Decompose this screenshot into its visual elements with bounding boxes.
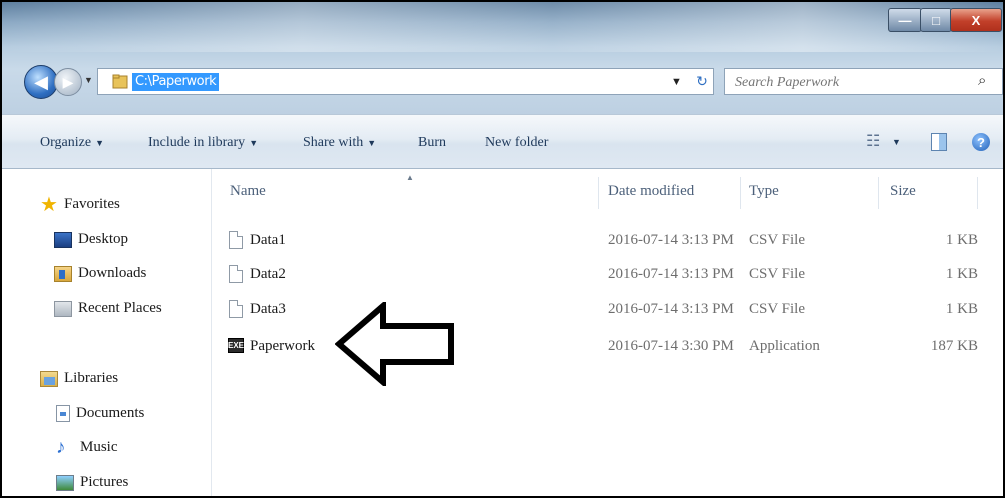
nav-music[interactable]: ♪ Music: [56, 436, 118, 458]
chevron-down-icon: ▼: [95, 138, 104, 148]
downloads-icon: [54, 265, 72, 282]
file-size: 1 KB: [945, 301, 978, 317]
search-icon[interactable]: ⌕: [978, 72, 996, 92]
file-type: Application: [749, 338, 820, 354]
nav-favorites[interactable]: ★ Favorites: [40, 193, 120, 216]
file-name: Paperwork: [250, 338, 315, 354]
file-type: CSV File: [749, 266, 805, 282]
desktop-icon: [54, 231, 72, 248]
nav-desktop[interactable]: Desktop: [54, 231, 128, 248]
organize-button[interactable]: Organize ▼: [40, 135, 104, 151]
file-size: 187 KB: [930, 338, 978, 354]
file-name: Data2: [250, 266, 286, 282]
help-icon[interactable]: ?: [972, 133, 990, 151]
annotation-arrow-icon: [335, 302, 454, 386]
recent-places-icon: [54, 300, 72, 317]
include-in-library-button[interactable]: Include in library ▼: [148, 135, 258, 151]
back-button[interactable]: ◀: [24, 65, 58, 99]
explorer-window: — □ X ◀ ▶ ▼ C:\Paperwork ▼ ↻ ⌕ Organize▼…: [0, 0, 1005, 498]
file-type: CSV File: [749, 301, 805, 317]
file-date: 2016-07-14 3:30 PM: [608, 338, 734, 354]
libraries-icon: [40, 370, 58, 387]
documents-icon: [56, 405, 70, 422]
file-name: Data3: [250, 301, 286, 317]
minimize-button[interactable]: —: [888, 8, 922, 32]
nav-pictures[interactable]: Pictures: [56, 474, 128, 491]
pictures-icon: [56, 474, 74, 491]
address-dropdown-icon[interactable]: ▼: [671, 76, 682, 88]
title-bar: — □ X ◀ ▶ ▼ C:\Paperwork ▼ ↻ ⌕: [2, 2, 1003, 114]
file-size: 1 KB: [945, 266, 978, 282]
application-icon: EXE: [228, 338, 244, 353]
column-header-type[interactable]: Type: [749, 183, 779, 200]
file-size: 1 KB: [945, 232, 978, 248]
column-header-size[interactable]: Size: [890, 183, 916, 200]
maximize-button[interactable]: □: [920, 8, 952, 32]
navigation-pane: ★ Favorites Desktop Downloads Recent Pla…: [2, 169, 212, 496]
csv-file-icon: [229, 231, 243, 249]
column-header-date-modified[interactable]: Date modified: [608, 183, 694, 200]
file-list: ▲ Name Date modified Type Size Data1 201…: [212, 169, 1003, 496]
close-button[interactable]: X: [950, 8, 1002, 32]
file-date: 2016-07-14 3:13 PM: [608, 232, 734, 248]
file-type: CSV File: [749, 232, 805, 248]
folder-icon: [112, 73, 128, 89]
star-icon: ★: [40, 193, 58, 216]
column-header-name[interactable]: Name: [230, 183, 266, 200]
chevron-down-icon: ▼: [367, 138, 377, 148]
burn-button[interactable]: Burn: [418, 135, 446, 151]
csv-file-icon: [229, 300, 243, 318]
table-row[interactable]: Data2 2016-07-14 3:13 PM CSV File 1 KB: [212, 264, 1003, 286]
sort-ascending-icon: ▲: [406, 173, 414, 182]
refresh-icon[interactable]: ↻: [690, 70, 714, 92]
address-path[interactable]: C:\Paperwork: [132, 73, 220, 91]
command-bar: Organize ▼ Include in library ▼ Share with…: [2, 114, 1003, 169]
search-input[interactable]: [733, 72, 967, 94]
preview-pane-icon[interactable]: [931, 133, 947, 151]
share-with-button[interactable]: Share with ▼: [303, 135, 376, 151]
chevron-down-icon: ▼: [249, 138, 259, 148]
recent-pages-dropdown[interactable]: ▼: [84, 75, 94, 87]
address-bar[interactable]: C:\Paperwork: [97, 68, 714, 95]
table-row[interactable]: Data1 2016-07-14 3:13 PM CSV File 1 KB: [212, 230, 1003, 252]
search-box[interactable]: ⌕: [724, 68, 1003, 95]
forward-button[interactable]: ▶: [54, 68, 82, 96]
music-icon: ♪: [56, 436, 66, 458]
nav-recent-places[interactable]: Recent Places: [54, 300, 162, 317]
csv-file-icon: [229, 265, 243, 283]
new-folder-button[interactable]: New folder: [485, 135, 548, 151]
table-row[interactable]: Data3 2016-07-14 3:13 PM CSV File 1 KB: [212, 299, 1003, 321]
file-date: 2016-07-14 3:13 PM: [608, 301, 734, 317]
nav-documents[interactable]: Documents: [56, 405, 144, 422]
nav-libraries[interactable]: Libraries: [40, 370, 118, 387]
table-row[interactable]: EXE Paperwork 2016-07-14 3:30 PM Applica…: [212, 336, 1003, 358]
change-view-icon[interactable]: ☷: [866, 134, 884, 150]
file-name: Data1: [250, 232, 286, 248]
file-date: 2016-07-14 3:13 PM: [608, 266, 734, 282]
view-options-dropdown[interactable]: ▼: [892, 137, 901, 147]
nav-downloads[interactable]: Downloads: [54, 265, 146, 282]
